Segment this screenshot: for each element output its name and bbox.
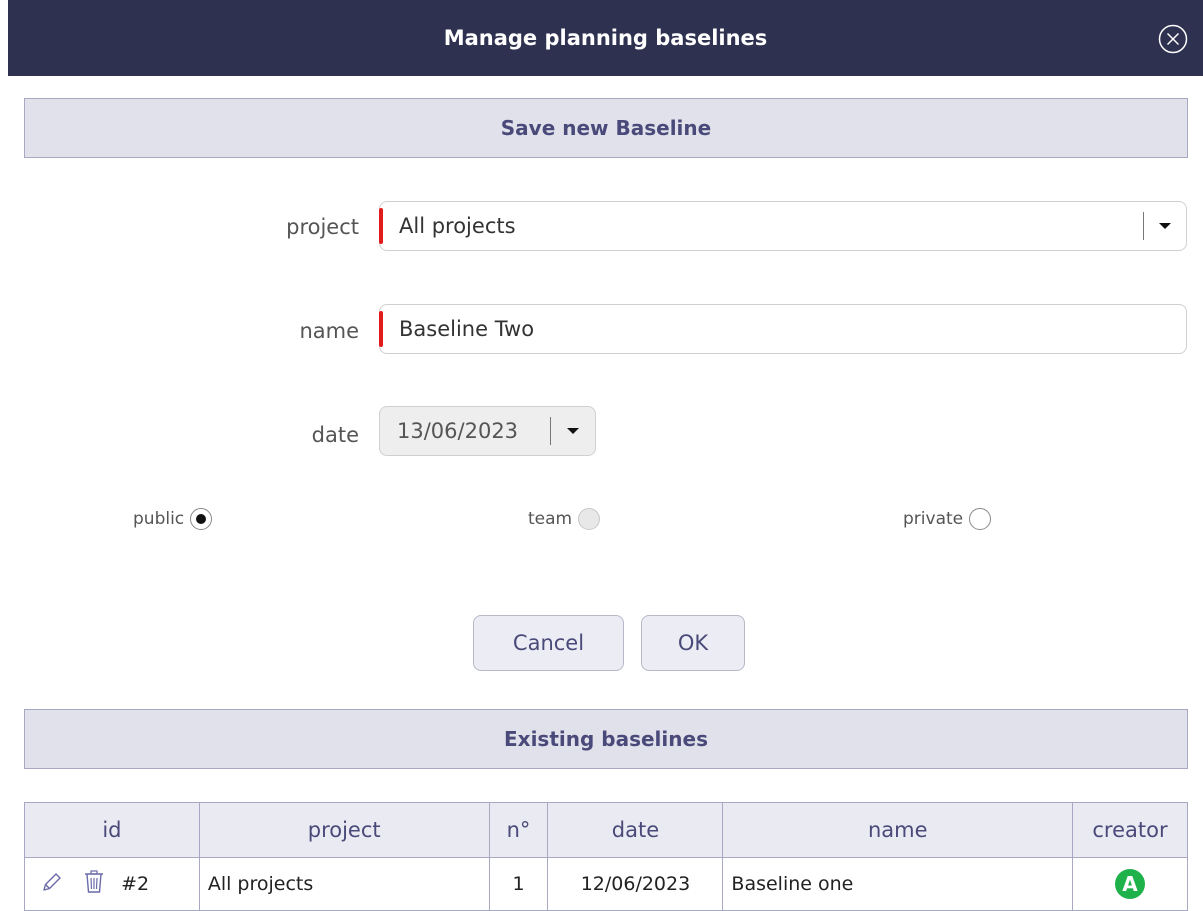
- row-number: 1: [488, 857, 549, 911]
- ok-button[interactable]: OK: [641, 615, 745, 671]
- avatar[interactable]: A: [1115, 869, 1146, 899]
- column-header-number[interactable]: n°: [488, 802, 549, 858]
- row-name: Baseline one: [722, 857, 1074, 911]
- row-date: 12/06/2023: [547, 857, 724, 911]
- chevron-down-icon[interactable]: [1143, 212, 1186, 240]
- team-radio: [578, 508, 601, 530]
- column-header-date[interactable]: date: [547, 802, 724, 858]
- baselines-table: id project n° date name creator #2 All p…: [24, 802, 1188, 911]
- date-value: 13/06/2023: [397, 419, 519, 443]
- column-header-id[interactable]: id: [24, 802, 200, 858]
- table-row: #2 All projects 1 12/06/2023 Baseline on…: [24, 857, 1188, 911]
- column-header-project[interactable]: project: [198, 802, 490, 858]
- row-id-cell: #2: [24, 857, 200, 911]
- row-creator: A: [1072, 857, 1188, 911]
- close-icon[interactable]: [1158, 24, 1188, 54]
- project-label: project: [286, 215, 359, 239]
- dialog-titlebar: Manage planning baselines: [8, 0, 1203, 76]
- public-radio[interactable]: [190, 508, 213, 530]
- project-select[interactable]: All projects: [379, 201, 1187, 251]
- cancel-button[interactable]: Cancel: [473, 615, 624, 671]
- visibility-team-option: team: [528, 508, 601, 530]
- trash-icon[interactable]: [83, 869, 105, 899]
- name-input[interactable]: Baseline Two: [379, 304, 1187, 354]
- existing-baselines-title: Existing baselines: [504, 727, 708, 751]
- column-header-creator[interactable]: creator: [1072, 802, 1188, 858]
- dialog-title: Manage planning baselines: [443, 26, 768, 50]
- team-label: team: [528, 509, 573, 529]
- existing-baselines-header: Existing baselines: [24, 709, 1188, 769]
- name-input-value: Baseline Two: [399, 317, 535, 341]
- private-radio[interactable]: [969, 508, 992, 530]
- column-header-name[interactable]: name: [722, 802, 1074, 858]
- date-picker[interactable]: 13/06/2023: [379, 406, 596, 456]
- row-id: #2: [121, 873, 150, 895]
- row-project: All projects: [198, 857, 490, 911]
- public-label: public: [133, 509, 185, 529]
- table-header-row: id project n° date name creator: [24, 802, 1188, 858]
- chevron-down-icon[interactable]: [550, 417, 595, 445]
- project-select-value: All projects: [399, 214, 516, 238]
- date-label: date: [311, 423, 359, 447]
- visibility-public-option[interactable]: public: [133, 508, 213, 530]
- edit-pencil-icon[interactable]: [41, 871, 63, 898]
- save-baseline-header: Save new Baseline: [24, 98, 1188, 158]
- save-baseline-title: Save new Baseline: [500, 116, 712, 140]
- private-label: private: [903, 509, 964, 529]
- visibility-private-option[interactable]: private: [903, 508, 992, 530]
- name-label: name: [299, 319, 359, 343]
